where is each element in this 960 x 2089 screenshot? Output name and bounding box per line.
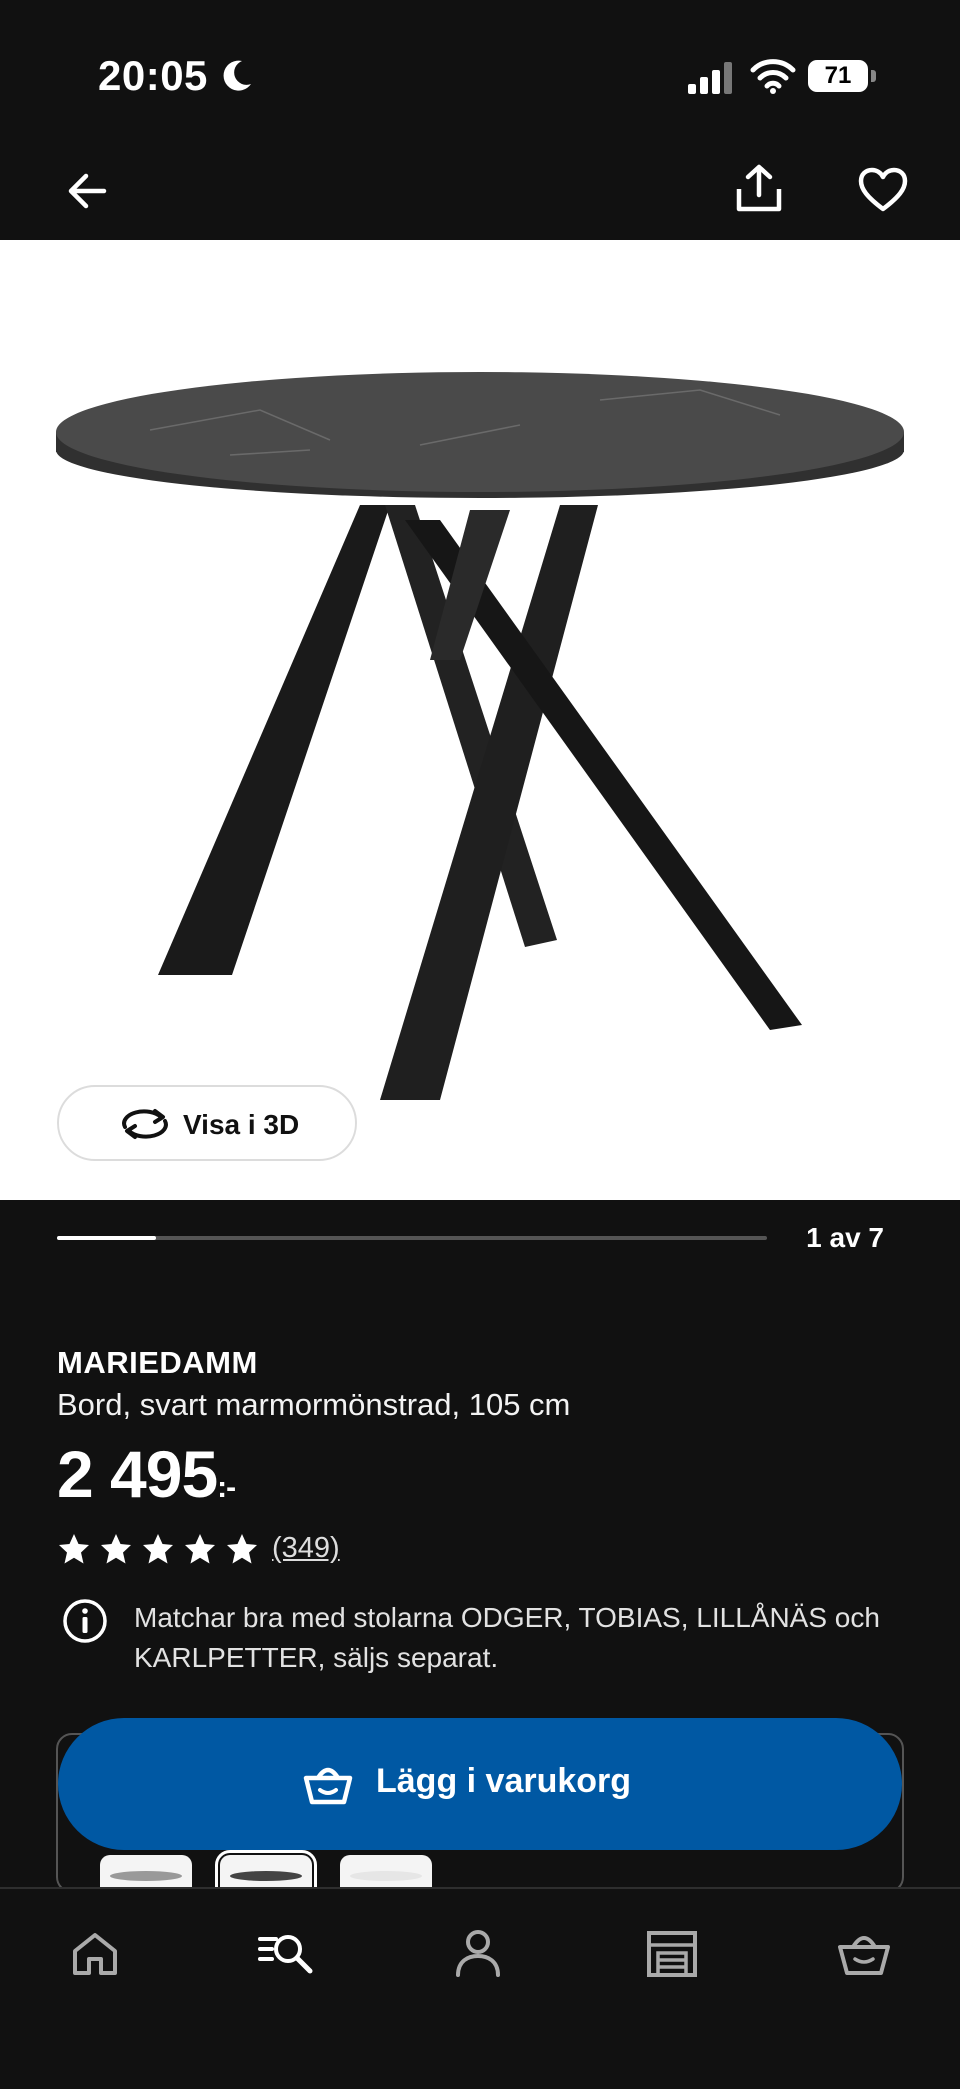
gallery-progress-fill: [57, 1236, 157, 1240]
star-icon: [59, 1534, 89, 1564]
review-count-link[interactable]: (349): [272, 1532, 340, 1565]
star-icon: [185, 1534, 215, 1564]
view-in-3d-button[interactable]: Visa i 3D: [57, 1085, 357, 1161]
compatibility-info-text: Matchar bra med stolarna ODGER, TOBIAS, …: [134, 1602, 880, 1673]
star-icon: [143, 1534, 173, 1564]
add-to-cart-button[interactable]: Lägg i varukorg: [58, 1718, 902, 1850]
moon-icon: [223, 60, 251, 91]
gallery-counter: 1 av 7: [806, 1222, 884, 1253]
product-image-table: [56, 372, 904, 1100]
bottom-tab-bar: [0, 1887, 960, 2089]
back-arrow-icon[interactable]: [62, 165, 114, 217]
star-icon: [101, 1534, 131, 1564]
gallery-progress-bar: [57, 1236, 767, 1240]
top-nav-bar: [0, 150, 960, 240]
cart-icon[interactable]: [836, 1927, 892, 1979]
add-to-cart-label: Lägg i varukorg: [376, 1762, 632, 1800]
star-icon: [227, 1534, 257, 1564]
product-name: MARIEDAMM: [57, 1345, 258, 1380]
product-description: Bord, svart marmormönstrad, 105 cm: [57, 1387, 571, 1422]
rotate-3d-icon: [122, 1109, 168, 1139]
profile-icon[interactable]: [450, 1927, 506, 1979]
wifi-icon: [750, 59, 796, 94]
price-value: 2 495: [57, 1437, 218, 1511]
store-icon[interactable]: [644, 1927, 700, 1979]
product-price: 2 495:-: [57, 1436, 236, 1512]
price-suffix: :-: [217, 1471, 236, 1504]
rating-stars[interactable]: [57, 1532, 259, 1566]
share-icon[interactable]: [733, 163, 785, 215]
battery-indicator: 71: [808, 60, 878, 94]
battery-level: 71: [808, 60, 868, 92]
status-bar: 20:05 71: [0, 0, 960, 150]
product-image-gallery[interactable]: Visa i 3D: [0, 240, 960, 1200]
info-icon: [63, 1599, 107, 1643]
view-in-3d-label: Visa i 3D: [183, 1109, 300, 1140]
clock-time: 20:05: [98, 52, 208, 99]
cart-icon: [303, 1767, 353, 1805]
home-icon[interactable]: [67, 1927, 123, 1979]
search-list-icon[interactable]: [258, 1927, 314, 1979]
cellular-signal-icon: [688, 62, 732, 94]
heart-icon[interactable]: [857, 165, 909, 217]
